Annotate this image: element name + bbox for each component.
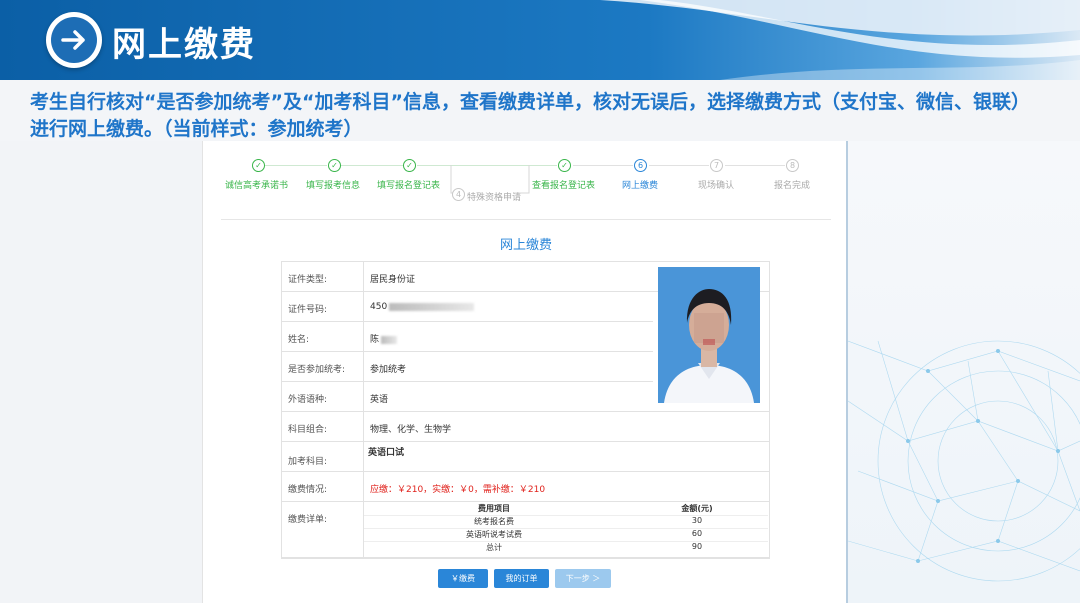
row-extra-subject: 加考科目: 英语口试 [282,442,769,472]
row-payment-detail: 缴费详单: 费用项目 金额(元) 统考报名费 30 英语听说考试费 60 总计 … [282,502,769,558]
fee-amount: 90 [691,542,703,551]
id-number-label: 证件号码: [288,305,328,315]
id-number-value: 450 [370,302,388,312]
table-row: 总计 90 [364,542,768,555]
fee-item: 统考报名费 [474,517,514,526]
step-5-label: 查看报名登记表 [532,181,596,191]
steps-divider [221,219,831,220]
payment-panel: ✓ 诚信高考承诺书 ✓ 填写报考信息 ✓ 填写报名登记表 4 特殊资格申请 ✓ … [202,141,848,603]
fee-header-row: 费用项目 金额(元) [364,503,768,516]
exam-label: 是否参加统考: [288,365,346,375]
info-table: 证件类型: 居民身份证 证件号码: 450 姓名: 陈 是否参加统考: 参加统考… [281,261,770,559]
applicant-photo [658,267,760,403]
payment-detail-label: 缴费详单: [288,515,328,525]
right-background-network [848,141,1080,603]
step-4-icon: 4 [452,188,465,201]
fee-amount: 30 [691,516,703,525]
row-exam: 是否参加统考: 参加统考 [282,352,653,382]
pay-button[interactable]: ￥缴费 [438,569,488,588]
language-value: 英语 [370,395,389,405]
left-background [0,141,202,603]
step-8-label: 报名完成 [774,181,811,191]
redacted-mask [389,302,475,311]
step-7-icon: 7 [710,159,723,172]
id-type-value: 居民身份证 [370,275,416,285]
step-1-label: 诚信高考承诺书 [225,181,289,191]
arrow-badge [46,12,102,68]
intro-text: 考生自行核对“是否参加统考”及“加考科目”信息，查看缴费详单，核对无误后，选择缴… [30,91,1030,140]
header-banner: 网上缴费 [0,0,1080,80]
step-6-label: 网上缴费 [622,181,659,191]
fee-amount: 60 [691,529,703,538]
fee-header-item: 费用项目 [478,504,510,513]
name-value: 陈 [370,335,380,345]
step-1-icon: ✓ [252,159,265,172]
step-8-icon: 8 [786,159,799,172]
name-label: 姓名: [288,335,310,345]
arrow-right-icon [61,30,85,50]
next-step-button[interactable]: 下一步 ＞ [555,569,611,588]
step-7-label: 现场确认 [698,181,735,191]
fee-item: 英语听说考试费 [466,530,522,539]
fee-table: 费用项目 金额(元) 统考报名费 30 英语听说考试费 60 总计 90 [364,503,768,555]
row-payment-status: 缴费情况: 应缴：￥210，实缴：￥0，需补缴：￥210 [282,472,769,502]
exam-value: 参加统考 [370,365,407,375]
banner-title: 网上缴费 [112,25,256,65]
person-photo-icon [658,267,760,403]
step-3-label: 填写报名登记表 [377,181,441,191]
redacted-mask [381,335,398,344]
fee-item: 总计 [486,543,502,552]
table-row: 英语听说考试费 60 [364,529,768,542]
step-3-icon: ✓ [403,159,416,172]
id-type-label: 证件类型: [288,275,328,285]
my-orders-button[interactable]: 我的订单 [494,569,549,588]
network-decoration [848,340,1080,582]
subjects-label: 科目组合: [288,425,328,435]
row-id-number: 证件号码: 450 [282,292,653,322]
progress-steps: ✓ 诚信高考承诺书 ✓ 填写报考信息 ✓ 填写报名登记表 4 特殊资格申请 ✓ … [203,141,849,216]
step-2-icon: ✓ [328,159,341,172]
step-4-label: 特殊资格申请 [467,193,522,203]
form-title: 网上缴费 [499,238,552,253]
payment-status-value: 应缴：￥210，实缴：￥0，需补缴：￥210 [370,485,546,495]
table-row: 统考报名费 30 [364,516,768,529]
extra-label: 加考科目: [288,457,328,467]
fee-header-amount: 金额(元) [681,504,713,513]
extra-value: 英语口试 [368,448,405,458]
row-name: 姓名: 陈 [282,322,653,352]
step-6-icon: 6 [634,159,647,172]
payment-status-label: 缴费情况: [288,485,328,495]
language-label: 外语语种: [288,395,328,405]
row-subjects: 科目组合: 物理、化学、生物学 [282,412,769,442]
step-5-icon: ✓ [558,159,571,172]
subjects-value: 物理、化学、生物学 [370,425,452,435]
step-2-label: 填写报考信息 [306,181,361,191]
